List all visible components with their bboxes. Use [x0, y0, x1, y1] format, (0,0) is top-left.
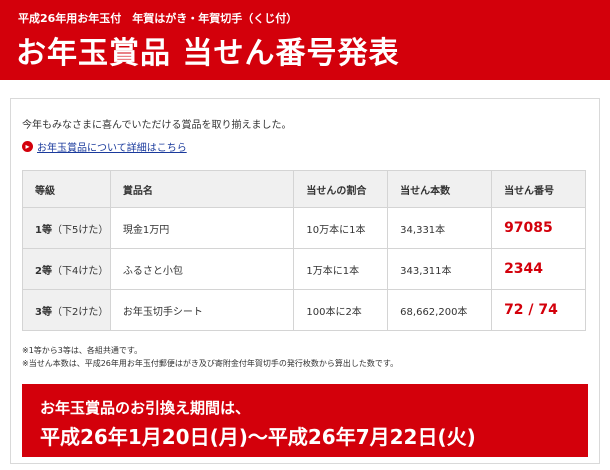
footnotes: ※1等から3等は、各組共通です。 ※当せん本数は、平成26年用お年玉付郵便はがき… [22, 344, 398, 370]
exchange-period-dates: 平成26年1月20日(月)～平成26年7月22日(火) [40, 425, 476, 449]
chevron-right-icon: ▸ [22, 141, 33, 152]
header-subtitle: 平成26年用お年玉付 年賀はがき・年賀切手（くじ付） [18, 12, 298, 25]
page-title: お年玉賞品 当せん番号発表 [16, 36, 400, 71]
prize-table: 等級 賞品名 当せんの割合 当せん本数 当せん番号 1等（下5けた） 現金1万円… [22, 170, 586, 331]
page-header: 平成26年用お年玉付 年賀はがき・年賀切手（くじ付） お年玉賞品 当せん番号発表 [0, 0, 610, 80]
grade-digits: （下2けた） [51, 306, 109, 318]
prize-cell: お年玉切手シート [109, 289, 295, 331]
grade-cell: 3等（下2けた） [22, 289, 111, 331]
column-header-prize: 賞品名 [109, 170, 295, 208]
count-cell: 343,311本 [387, 248, 493, 290]
table-row: 2等（下4けた） ふるさと小包 1万本に1本 343,311本 2344 [22, 248, 586, 290]
footnote: ※1等から3等は、各組共通です。 [22, 346, 143, 355]
grade-cell: 1等（下5けた） [22, 207, 111, 249]
column-header-number: 当せん番号 [491, 170, 586, 208]
intro-text: 今年もみなさまに喜んでいただける賞品を取り揃えました。 [22, 120, 292, 131]
column-header-ratio: 当せんの割合 [293, 170, 389, 208]
count-cell: 34,331本 [387, 207, 493, 249]
grade-cell: 2等（下4けた） [22, 248, 111, 290]
footnote: ※当せん本数は、平成26年用お年玉付郵便はがき及び寄附金付年賀切手の発行枚数から… [22, 359, 399, 368]
ratio-cell: 100本に2本 [293, 289, 389, 331]
table-row: 1等（下5けた） 現金1万円 10万本に1本 34,331本 97085 [22, 207, 586, 249]
winning-number-cell: 72 / 74 [491, 289, 586, 331]
table-row: 3等（下2けた） お年玉切手シート 100本に2本 68,662,200本 72… [22, 289, 586, 331]
column-header-count: 当せん本数 [387, 170, 493, 208]
ratio-cell: 10万本に1本 [293, 207, 389, 249]
column-header-grade: 等級 [22, 170, 111, 208]
prize-cell: ふるさと小包 [109, 248, 295, 290]
grade-digits: （下4けた） [51, 265, 109, 277]
ratio-cell: 1万本に1本 [293, 248, 389, 290]
prize-cell: 現金1万円 [109, 207, 295, 249]
count-cell: 68,662,200本 [387, 289, 493, 331]
winning-number-cell: 97085 [491, 207, 586, 249]
exchange-period-heading: お年玉賞品のお引換え期間は、 [40, 399, 251, 417]
winning-number-cell: 2344 [491, 248, 586, 290]
grade-label: 1等 [35, 224, 52, 236]
grade-label: 3等 [35, 306, 52, 318]
prize-details-link[interactable]: ▸ お年玉賞品について詳細はこちら [22, 139, 187, 154]
grade-digits: （下5けた） [51, 224, 109, 236]
table-header-row: 等級 賞品名 当せんの割合 当せん本数 当せん番号 [22, 170, 586, 208]
prize-details-link-label: お年玉賞品について詳細はこちら [37, 143, 187, 154]
exchange-period-banner: お年玉賞品のお引換え期間は、 平成26年1月20日(月)～平成26年7月22日(… [22, 384, 588, 457]
grade-label: 2等 [35, 265, 52, 277]
